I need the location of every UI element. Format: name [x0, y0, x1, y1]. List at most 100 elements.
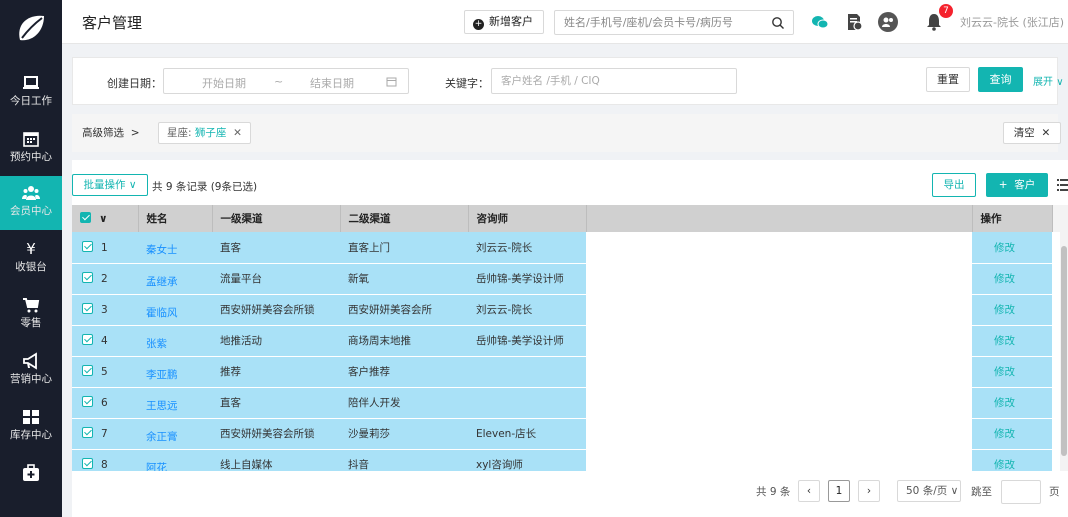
sidebar-item-members[interactable]: 会员中心 — [0, 176, 62, 230]
table-row[interactable]: 8 阿花 线上自媒体 抖音 xyl咨询师 修改 — [72, 449, 1068, 471]
top-header: 客户管理 + 新增客户 7 刘云云-院长 (张江店) ﹀ — [62, 0, 1068, 44]
blank-cell — [586, 263, 972, 294]
wechat-icon[interactable] — [810, 12, 830, 32]
jump-page-input[interactable] — [1001, 480, 1041, 504]
customer-name-link[interactable]: 王思远 — [138, 387, 212, 419]
table-scrollbar[interactable] — [1060, 232, 1068, 471]
scrollbar-thumb[interactable] — [1061, 246, 1067, 456]
row-checkbox[interactable] — [82, 365, 93, 376]
customer-name-link[interactable]: 霍临风 — [138, 294, 212, 326]
table-row[interactable]: 6 王思远 直客 陪伴人开发 修改 — [72, 387, 1068, 419]
table-row[interactable]: 7 余正膏 西安妍妍美容会所锁 沙曼莉莎 Eleven-店长 修改 — [72, 418, 1068, 450]
row-index: 5 — [101, 366, 108, 378]
prev-page-button[interactable]: ‹ — [798, 480, 820, 502]
page-size-value: 50 条/页 — [906, 485, 948, 497]
row-checkbox[interactable] — [82, 272, 93, 283]
table-row[interactable]: 2 孟继承 流量平台 新氧 岳帅锦-美学设计师 修改 — [72, 263, 1068, 295]
select-cell[interactable]: 5 — [72, 356, 138, 388]
add-customer-button[interactable]: + 客户 — [986, 173, 1048, 197]
edit-link[interactable]: 修改 — [972, 449, 1052, 471]
column-settings-icon[interactable] — [1057, 178, 1068, 192]
sidebar-item-medical[interactable] — [0, 456, 62, 510]
query-button[interactable]: 查询 — [978, 67, 1023, 92]
advanced-filter-toggle[interactable]: 高级筛选 > — [82, 125, 140, 140]
select-cell[interactable]: 8 — [72, 449, 138, 471]
document-icon[interactable] — [844, 12, 864, 32]
column-header-channel-1[interactable]: 一级渠道 — [212, 205, 341, 232]
edit-link[interactable]: 修改 — [972, 325, 1052, 357]
user-name: 刘云云-院长 (张江店) — [960, 16, 1065, 29]
channel-2-cell: 沙曼莉莎 — [340, 418, 468, 450]
row-index: 6 — [101, 397, 108, 409]
row-checkbox[interactable] — [82, 396, 93, 407]
select-cell[interactable]: 1 — [72, 232, 138, 264]
consultant-cell — [468, 387, 586, 419]
sidebar-item-cashier[interactable]: ¥ 收银台 — [0, 232, 62, 286]
column-header-consultant[interactable]: 咨询师 — [468, 205, 587, 232]
created-date-label: 创建日期： — [107, 77, 162, 90]
table-row[interactable]: 3 霍临风 西安妍妍美容会所锁 西安妍妍美容会所 刘云云-院长 修改 — [72, 294, 1068, 326]
search-icon[interactable] — [771, 16, 785, 30]
select-cell[interactable]: 6 — [72, 387, 138, 419]
sidebar-item-marketing[interactable]: 营销中心 — [0, 344, 62, 398]
select-cell[interactable]: 2 — [72, 263, 138, 295]
sidebar-item-appointments[interactable]: 预约中心 — [0, 122, 62, 176]
keyword-input[interactable] — [492, 69, 732, 93]
blank-cell — [586, 449, 972, 471]
sidebar-item-label: 零售 — [20, 317, 42, 329]
column-header-name[interactable]: 姓名 — [138, 205, 213, 232]
row-checkbox[interactable] — [82, 240, 93, 252]
row-checkbox[interactable] — [82, 427, 93, 438]
search-input[interactable] — [555, 11, 755, 34]
clear-filters-button[interactable]: 清空 ✕ — [1003, 122, 1061, 144]
edit-link[interactable]: 修改 — [972, 294, 1052, 326]
date-range-picker[interactable]: 开始日期 ~ 结束日期 — [163, 68, 409, 94]
batch-actions-dropdown[interactable]: 批量操作 ∨ — [72, 174, 148, 196]
new-customer-label: 新增客户 — [489, 15, 533, 28]
page-size-select[interactable]: 50 条/页 ∨ — [897, 480, 961, 502]
user-group-icon[interactable] — [878, 12, 898, 32]
edit-link[interactable]: 修改 — [972, 418, 1052, 450]
customer-name-link[interactable]: 孟继承 — [138, 263, 212, 295]
channel-2-cell: 陪伴人开发 — [340, 387, 468, 419]
sidebar-item-today-work[interactable]: 今日工作 — [0, 66, 62, 120]
edit-link[interactable]: 修改 — [972, 263, 1052, 295]
select-cell[interactable]: 3 — [72, 294, 138, 326]
table-row[interactable]: 5 李亚鹏 推荐 客户推荐 修改 — [72, 356, 1068, 388]
export-button[interactable]: 导出 — [932, 173, 976, 197]
new-customer-button[interactable]: + 新增客户 — [464, 10, 544, 34]
edit-link[interactable]: 修改 — [972, 356, 1052, 388]
select-all-checkbox[interactable] — [80, 212, 91, 223]
advanced-filter-bar: 高级筛选 > 星座: 狮子座 ✕ 清空 ✕ — [72, 114, 1061, 152]
select-all-header[interactable]: ∨ — [72, 205, 139, 232]
column-header-channel-2[interactable]: 二级渠道 — [340, 205, 469, 232]
table-row[interactable]: 1 秦女士 直客 直客上门 刘云云-院长 修改 — [72, 232, 1068, 264]
channel-1-cell: 地推活动 — [212, 325, 340, 357]
customer-name-link[interactable]: 阿花 — [138, 449, 212, 471]
row-checkbox[interactable] — [82, 334, 93, 345]
table-row[interactable]: 4 张紫 地推活动 商场周末地推 岳帅锦-美学设计师 修改 — [72, 325, 1068, 357]
sidebar-item-inventory[interactable]: 库存中心 — [0, 400, 62, 454]
global-search — [554, 10, 794, 35]
row-checkbox[interactable] — [82, 458, 93, 469]
chevron-down-icon[interactable]: ∨ — [99, 213, 108, 225]
sidebar-item-retail[interactable]: 零售 — [0, 288, 62, 342]
edit-link[interactable]: 修改 — [972, 387, 1052, 419]
keyword-label: 关键字： — [445, 77, 489, 90]
filter-tag-constellation[interactable]: 星座: 狮子座 ✕ — [158, 122, 251, 144]
user-menu[interactable]: 刘云云-院长 (张江店) ﹀ — [960, 14, 1068, 30]
next-page-button[interactable]: › — [858, 480, 880, 502]
select-cell[interactable]: 4 — [72, 325, 138, 357]
select-cell[interactable]: 7 — [72, 418, 138, 450]
customer-name-link[interactable]: 秦女士 — [138, 232, 212, 264]
page-number-button[interactable]: 1 — [828, 480, 850, 502]
row-checkbox[interactable] — [82, 303, 93, 314]
reset-button[interactable]: 重置 — [926, 67, 970, 92]
customer-name-link[interactable]: 张紫 — [138, 325, 212, 357]
channel-2-cell: 直客上门 — [340, 232, 468, 264]
edit-link[interactable]: 修改 — [972, 232, 1052, 264]
close-icon[interactable]: ✕ — [233, 127, 242, 139]
customer-name-link[interactable]: 余正膏 — [138, 418, 212, 450]
expand-toggle[interactable]: 展开 ∨ — [1033, 73, 1064, 88]
customer-name-link[interactable]: 李亚鹏 — [138, 356, 212, 388]
